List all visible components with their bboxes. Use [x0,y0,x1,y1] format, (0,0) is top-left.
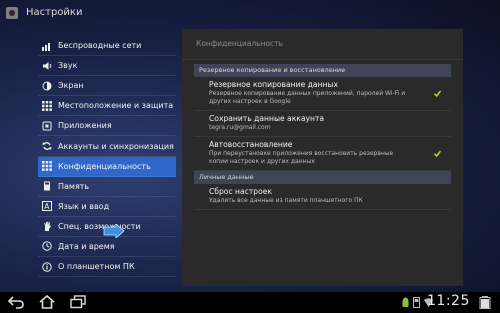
sync-icon [42,141,52,151]
sidebar-item-label: Местоположение и защита [58,101,174,111]
cursor-arrow-icon [103,224,125,238]
privacy-panel: Конфиденциальность Резервное копирование… [182,29,463,286]
sidebar-item-storage[interactable]: Память [38,177,176,197]
hand-icon [42,221,52,232]
sidebar-item-label: Память [58,181,90,191]
sidebar-item-label: Звук [58,61,78,71]
setting-title: Резервное копирование данных [209,80,338,89]
settings-icon [6,6,18,19]
sidebar-item-screen[interactable]: Экран [38,76,176,97]
sidebar-item-label: О планшетном ПК [58,262,135,272]
speaker-icon [42,61,52,71]
setting-summary: Удалить все данные из памяти планшетного… [209,197,363,204]
battery-icon [479,296,491,309]
apps-icon [42,121,52,131]
sidebar-item-label: Язык и ввод [58,201,110,211]
sidebar-item-label: Беспроводные сети [58,41,142,51]
section-header-personal: Личные данные [194,171,451,184]
section-header-backup: Резервное копирование и восстановление [194,64,451,77]
back-icon[interactable] [8,295,24,309]
sidebar-item-sound[interactable]: Звук [38,56,176,77]
storage-status-icon [413,297,420,308]
grid-icon [42,100,52,111]
privacy-icon [42,161,52,172]
setting-backup-account[interactable]: Сохранить данные аккаунта tegra.ru@gmail… [194,111,451,137]
app-title: Настройки [26,7,83,18]
android-icon [402,297,409,307]
setting-title: Сброс настроек [209,187,272,196]
clock: 11:25 [427,293,470,309]
setting-factory-reset[interactable]: Сброс настроек Удалить все данные из пам… [194,184,451,210]
sidebar-item-label: Аккаунты и синхронизация [58,141,174,151]
checkmark-icon[interactable] [434,150,441,157]
system-bar: 11:25 [0,292,500,313]
sidebar-item-about[interactable]: О планшетном ПК [38,257,176,278]
sidebar-item-label: Приложения [58,121,112,131]
setting-summary: Резервное копирование данных приложений,… [209,90,406,105]
storage-icon [42,181,52,191]
setting-summary: При переустановке приложения восстановит… [209,150,394,165]
sidebar-item-label: Дата и время [58,241,115,251]
home-icon[interactable] [39,295,55,309]
setting-summary: tegra.ru@gmail.com [209,124,271,131]
sidebar-item-label: Спец. возможности [58,221,141,231]
setting-title: Автовосстановление [209,140,293,149]
brightness-icon [42,81,52,91]
sidebar-item-label: Конфиденциальность [58,161,151,171]
setting-title: Сохранить данные аккаунта [209,114,325,123]
sidebar-item-datetime[interactable]: Дата и время [38,237,176,258]
settings-sidebar: Беспроводные сети Звук Экран Местоположе… [38,36,176,278]
sidebar-item-language[interactable]: A Язык и ввод [38,197,176,217]
svg-text:A: A [44,202,50,211]
title-bar: Настройки [0,0,500,25]
recent-apps-icon[interactable] [70,295,86,309]
sidebar-item-label: Экран [58,81,84,91]
wireless-icon [42,41,52,51]
checkmark-icon[interactable] [434,90,441,97]
info-icon [42,261,52,272]
sidebar-item-apps[interactable]: Приложения [38,116,176,137]
sidebar-item-privacy[interactable]: Конфиденциальность [38,156,176,177]
sidebar-item-wireless[interactable]: Беспроводные сети [38,36,176,57]
sidebar-item-accounts[interactable]: Аккаунты и синхронизация [38,136,176,157]
sidebar-item-location[interactable]: Местоположение и защита [38,96,176,117]
clock-icon [42,241,52,252]
language-icon: A [42,201,52,212]
setting-auto-restore[interactable]: Автовосстановление При переустановке при… [194,137,451,171]
panel-title: Конфиденциальность [182,29,463,60]
setting-backup-data[interactable]: Резервное копирование данных Резервное к… [194,77,451,111]
